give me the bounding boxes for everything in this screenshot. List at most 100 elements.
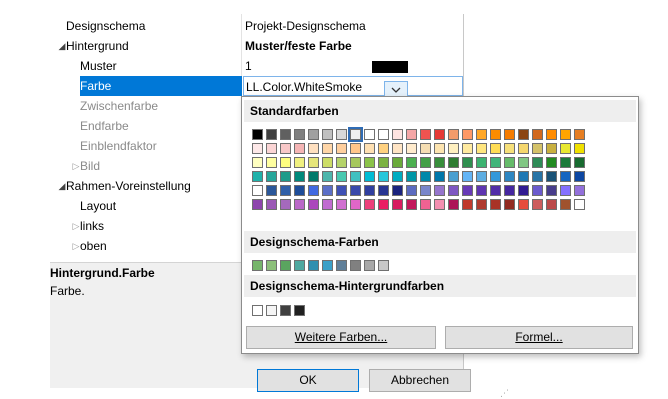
color-swatch[interactable] — [462, 199, 473, 210]
color-swatch[interactable] — [420, 199, 431, 210]
color-swatch[interactable] — [434, 157, 445, 168]
color-swatch[interactable] — [420, 143, 431, 154]
color-swatch[interactable] — [462, 171, 473, 182]
color-swatch[interactable] — [532, 143, 543, 154]
color-swatch[interactable] — [518, 185, 529, 196]
property-row-hintergrund[interactable]: ◢ Hintergrund Muster/feste Farbe — [50, 36, 463, 56]
color-swatch[interactable] — [350, 185, 361, 196]
color-swatch[interactable] — [336, 171, 347, 182]
color-swatch[interactable] — [364, 260, 375, 271]
color-swatch[interactable] — [266, 199, 277, 210]
color-swatch[interactable] — [392, 185, 403, 196]
color-swatch[interactable] — [350, 199, 361, 210]
color-swatch[interactable] — [266, 185, 277, 196]
color-swatch[interactable] — [294, 305, 305, 316]
color-swatch[interactable] — [336, 260, 347, 271]
color-swatch[interactable] — [434, 171, 445, 182]
color-swatch[interactable] — [546, 143, 557, 154]
color-swatch[interactable] — [462, 157, 473, 168]
color-swatch[interactable] — [280, 199, 291, 210]
color-swatch[interactable] — [476, 143, 487, 154]
color-swatch[interactable] — [490, 185, 501, 196]
color-swatch[interactable] — [308, 143, 319, 154]
color-swatch[interactable] — [490, 129, 501, 140]
color-swatch[interactable] — [364, 199, 375, 210]
color-swatch[interactable] — [406, 199, 417, 210]
color-swatch[interactable] — [348, 127, 363, 142]
color-swatch[interactable] — [364, 185, 375, 196]
color-swatch[interactable] — [560, 171, 571, 182]
color-swatch[interactable] — [322, 143, 333, 154]
color-swatch[interactable] — [448, 157, 459, 168]
color-swatch[interactable] — [252, 199, 263, 210]
color-swatch[interactable] — [560, 199, 571, 210]
color-swatch[interactable] — [280, 171, 291, 182]
color-swatch[interactable] — [434, 143, 445, 154]
color-swatch[interactable] — [308, 260, 319, 271]
color-swatch[interactable] — [378, 199, 389, 210]
color-swatch[interactable] — [532, 185, 543, 196]
property-row-muster[interactable]: Muster 1 — [50, 56, 463, 76]
color-swatch[interactable] — [448, 185, 459, 196]
color-swatch[interactable] — [476, 157, 487, 168]
color-swatch[interactable] — [350, 260, 361, 271]
color-swatch[interactable] — [322, 171, 333, 182]
color-swatch[interactable] — [378, 260, 389, 271]
color-swatch[interactable] — [294, 171, 305, 182]
color-swatch[interactable] — [490, 157, 501, 168]
color-swatch[interactable] — [420, 171, 431, 182]
color-swatch[interactable] — [574, 199, 585, 210]
color-swatch[interactable] — [252, 171, 263, 182]
color-swatch[interactable] — [504, 143, 515, 154]
color-swatch[interactable] — [266, 171, 277, 182]
color-swatch[interactable] — [252, 157, 263, 168]
color-swatch[interactable] — [294, 260, 305, 271]
color-swatch[interactable] — [504, 185, 515, 196]
color-swatch[interactable] — [364, 129, 375, 140]
color-swatch[interactable] — [406, 157, 417, 168]
color-swatch[interactable] — [560, 129, 571, 140]
color-swatch[interactable] — [266, 260, 277, 271]
color-swatch[interactable] — [336, 143, 347, 154]
color-swatch[interactable] — [462, 185, 473, 196]
color-swatch[interactable] — [308, 157, 319, 168]
color-swatch[interactable] — [364, 171, 375, 182]
color-swatch[interactable] — [476, 185, 487, 196]
color-swatch[interactable] — [574, 129, 585, 140]
color-swatch[interactable] — [308, 185, 319, 196]
color-swatch[interactable] — [476, 129, 487, 140]
color-swatch[interactable] — [546, 171, 557, 182]
color-swatch[interactable] — [280, 129, 291, 140]
color-swatch[interactable] — [406, 143, 417, 154]
color-swatch[interactable] — [504, 199, 515, 210]
color-swatch[interactable] — [574, 143, 585, 154]
color-swatch[interactable] — [322, 199, 333, 210]
color-swatch[interactable] — [574, 171, 585, 182]
cancel-button[interactable]: Abbrechen — [369, 369, 471, 392]
color-swatch[interactable] — [532, 171, 543, 182]
color-swatch[interactable] — [392, 171, 403, 182]
color-swatch[interactable] — [280, 143, 291, 154]
color-swatch[interactable] — [336, 185, 347, 196]
color-swatch[interactable] — [336, 129, 347, 140]
color-swatch[interactable] — [518, 199, 529, 210]
color-swatch[interactable] — [294, 157, 305, 168]
color-swatch[interactable] — [504, 171, 515, 182]
color-swatch[interactable] — [420, 157, 431, 168]
color-swatch[interactable] — [252, 143, 263, 154]
color-swatch[interactable] — [448, 199, 459, 210]
color-value-field[interactable]: LL.Color.WhiteSmoke — [243, 76, 463, 96]
color-swatch[interactable] — [364, 157, 375, 168]
color-swatch[interactable] — [518, 129, 529, 140]
color-swatch[interactable] — [434, 199, 445, 210]
color-swatch[interactable] — [546, 199, 557, 210]
color-swatch[interactable] — [434, 129, 445, 140]
color-swatch[interactable] — [392, 157, 403, 168]
color-swatch[interactable] — [504, 129, 515, 140]
color-swatch[interactable] — [532, 129, 543, 140]
color-swatch[interactable] — [476, 171, 487, 182]
color-swatch[interactable] — [406, 185, 417, 196]
color-swatch[interactable] — [294, 143, 305, 154]
color-swatch[interactable] — [294, 129, 305, 140]
color-swatch[interactable] — [462, 129, 473, 140]
